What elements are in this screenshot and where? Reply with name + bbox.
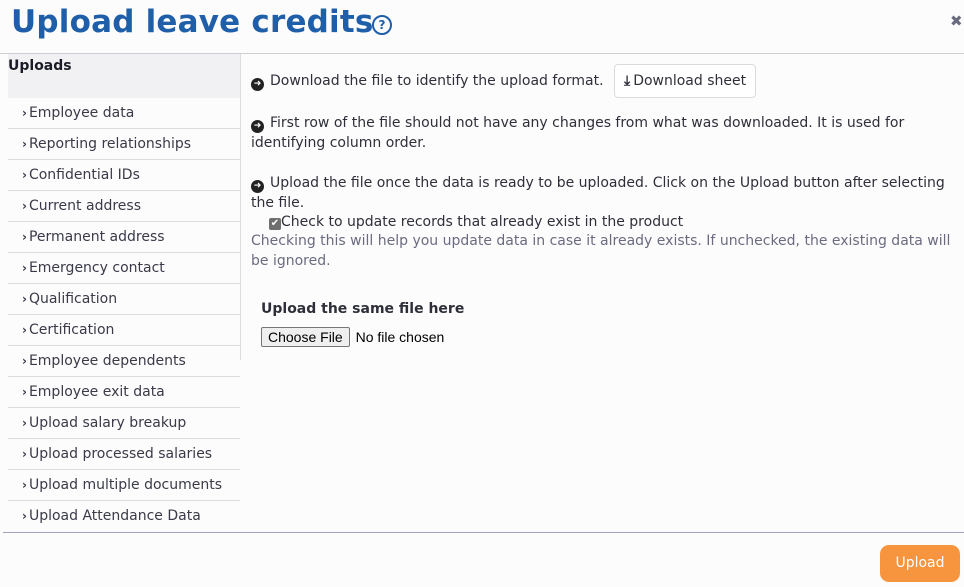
step-first-row: ➜ First row of the file should not have a… <box>251 113 956 153</box>
chevron-right-icon: › <box>22 230 27 244</box>
sidebar-item-label: Employee exit data <box>28 384 165 400</box>
sidebar-item-employee-dependents[interactable]: › Employee dependents <box>8 346 240 377</box>
sidebar-item-certification[interactable]: › Certification <box>8 315 240 346</box>
sidebar-item-reporting-relationships[interactable]: › Reporting relationships <box>8 129 240 160</box>
sidebar-divider <box>240 54 241 360</box>
sidebar-item-label: Upload Attendance Data <box>28 508 201 524</box>
upload-button[interactable]: Upload <box>880 545 960 582</box>
sidebar-item-label: Current address <box>28 198 141 214</box>
chevron-right-icon: › <box>22 447 27 461</box>
uploads-sidebar: Uploads › Employee data › Reporting relati… <box>8 54 240 532</box>
download-icon: ⤓ <box>623 73 631 89</box>
sidebar-item-label: Reporting relationships <box>28 136 192 152</box>
sidebar-item-label: Upload salary breakup <box>28 415 187 431</box>
page-title: Upload leave credits <box>11 4 374 40</box>
sidebar-item-label: Upload processed salaries <box>28 446 213 462</box>
step-upload: ➜ Upload the file once the data is ready … <box>251 173 956 213</box>
sidebar-item-label: Emergency contact <box>28 260 165 276</box>
chevron-right-icon: › <box>22 137 27 151</box>
sidebar-item-confidential-ids[interactable]: › Confidential IDs <box>8 160 240 191</box>
step-download-text: Download the file to identify the upload… <box>270 73 604 89</box>
update-records-hint: Checking this will help you update data … <box>251 233 951 269</box>
file-status: No file chosen <box>355 329 445 345</box>
chevron-right-icon: › <box>22 168 27 182</box>
sidebar-item-upload-salary-breakup[interactable]: › Upload salary breakup <box>8 408 240 439</box>
sidebar-item-label: Upload multiple documents <box>28 477 223 493</box>
arrow-circle-right-icon: ➜ <box>251 78 264 91</box>
chevron-right-icon: › <box>22 261 27 275</box>
update-records-row: ✔ Check to update records that already ex… <box>269 213 956 231</box>
step-upload-text: Upload the file once the data is ready t… <box>251 175 945 211</box>
sidebar-item-upload-multiple-documents[interactable]: › Upload multiple documents <box>8 470 240 501</box>
chevron-right-icon: › <box>22 323 27 337</box>
sidebar-item-label: Permanent address <box>28 229 165 245</box>
chevron-right-icon: › <box>22 106 27 120</box>
sidebar-item-current-address[interactable]: › Current address <box>8 191 240 222</box>
sidebar-item-employee-exit-data[interactable]: › Employee exit data <box>8 377 240 408</box>
sidebar-item-upload-attendance-data[interactable]: › Upload Attendance Data <box>8 501 240 532</box>
choose-file-button[interactable]: Choose File <box>261 327 350 347</box>
sidebar-item-employee-data[interactable]: › Employee data <box>8 98 240 129</box>
chevron-right-icon: › <box>22 292 27 306</box>
sidebar-item-label: Employee data <box>28 105 135 121</box>
chevron-right-icon: › <box>22 354 27 368</box>
chevron-right-icon: › <box>22 416 27 430</box>
chevron-right-icon: › <box>22 478 27 492</box>
arrow-circle-right-icon: ➜ <box>251 180 264 193</box>
sidebar-item-label: Qualification <box>28 291 118 307</box>
sidebar-item-label: Certification <box>28 322 115 338</box>
sidebar-heading: Uploads <box>8 54 240 98</box>
sidebar-item-label: Employee dependents <box>28 353 186 369</box>
upload-file-label: Upload the same file here <box>261 301 465 317</box>
update-records-checkbox[interactable]: ✔ <box>269 218 281 230</box>
help-icon[interactable]: ? <box>372 15 392 35</box>
update-records-label: Check to update records that already exi… <box>281 214 684 230</box>
chevron-right-icon: › <box>22 509 27 523</box>
step-first-row-text: First row of the file should not have an… <box>251 115 905 151</box>
footer-divider <box>3 532 964 533</box>
arrow-circle-right-icon: ➜ <box>251 120 264 133</box>
sidebar-item-permanent-address[interactable]: › Permanent address <box>8 222 240 253</box>
upload-instructions: ➜ Download the file to identify the uploa… <box>251 64 956 347</box>
download-sheet-button[interactable]: ⤓ Download sheet <box>613 64 757 98</box>
download-sheet-label: Download sheet <box>633 73 747 89</box>
chevron-right-icon: › <box>22 199 27 213</box>
sidebar-item-label: Confidential IDs <box>28 167 140 183</box>
sidebar-item-emergency-contact[interactable]: › Emergency contact <box>8 253 240 284</box>
file-input[interactable]: Choose File No file chosen <box>261 327 956 347</box>
sidebar-item-qualification[interactable]: › Qualification <box>8 284 240 315</box>
close-icon[interactable]: ✖ <box>950 12 963 30</box>
sidebar-item-upload-processed-salaries[interactable]: › Upload processed salaries <box>8 439 240 470</box>
step-download: ➜ Download the file to identify the uploa… <box>251 64 956 98</box>
chevron-right-icon: › <box>22 385 27 399</box>
